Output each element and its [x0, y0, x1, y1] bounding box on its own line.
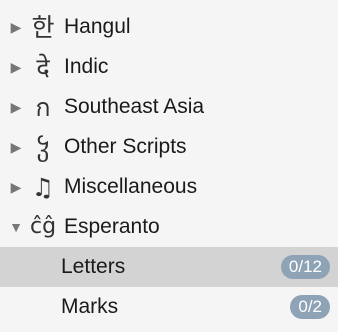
- devanagari-glyph-icon: दे: [36, 52, 50, 82]
- subcategory-row-letters[interactable]: Letters 0/12: [0, 247, 338, 287]
- category-label-hangul: Hangul: [64, 15, 131, 38]
- thai-glyph-icon: ก: [35, 92, 51, 122]
- hangul-glyph-icon: 한: [31, 12, 55, 42]
- subcategory-label-letters: Letters: [61, 255, 126, 278]
- category-label-other-scripts: Other Scripts: [64, 135, 187, 158]
- disclosure-triangle-right-icon[interactable]: ▶: [10, 140, 22, 154]
- disclosure-triangle-right-icon[interactable]: ▶: [10, 60, 22, 74]
- category-label-miscellaneous: Miscellaneous: [64, 175, 198, 198]
- category-row-esperanto[interactable]: ▼ ĉĝ Esperanto: [0, 207, 338, 247]
- disclosure-triangle-right-icon[interactable]: ▶: [10, 20, 22, 34]
- character-category-list: ▶ 한 Hangul ▶ दे Indic ▶ ก Southeast Asia…: [0, 0, 338, 332]
- georgian-glyph-icon: ჴ: [36, 132, 50, 162]
- category-row-indic[interactable]: ▶ दे Indic: [0, 47, 338, 87]
- disclosure-triangle-down-icon[interactable]: ▼: [9, 220, 23, 234]
- count-badge: 0/12: [280, 255, 330, 279]
- category-label-esperanto: Esperanto: [64, 215, 160, 238]
- category-row-hangul[interactable]: ▶ 한 Hangul: [0, 7, 338, 47]
- category-row-miscellaneous[interactable]: ▶ ♫ Miscellaneous: [0, 167, 338, 207]
- category-row-southeast-asia[interactable]: ▶ ก Southeast Asia: [0, 87, 338, 127]
- category-label-indic: Indic: [64, 55, 109, 78]
- disclosure-triangle-right-icon[interactable]: ▶: [10, 100, 22, 114]
- subcategory-label-marks: Marks: [61, 295, 119, 318]
- category-row-other-scripts[interactable]: ▶ ჴ Other Scripts: [0, 127, 338, 167]
- subcategory-row-marks[interactable]: Marks 0/2: [0, 287, 338, 327]
- category-label-southeast-asia: Southeast Asia: [64, 95, 205, 118]
- count-badge: 0/2: [290, 295, 330, 319]
- music-note-icon: ♫: [31, 172, 55, 202]
- disclosure-triangle-right-icon[interactable]: ▶: [10, 180, 22, 194]
- esperanto-glyph-icon: ĉĝ: [29, 214, 57, 239]
